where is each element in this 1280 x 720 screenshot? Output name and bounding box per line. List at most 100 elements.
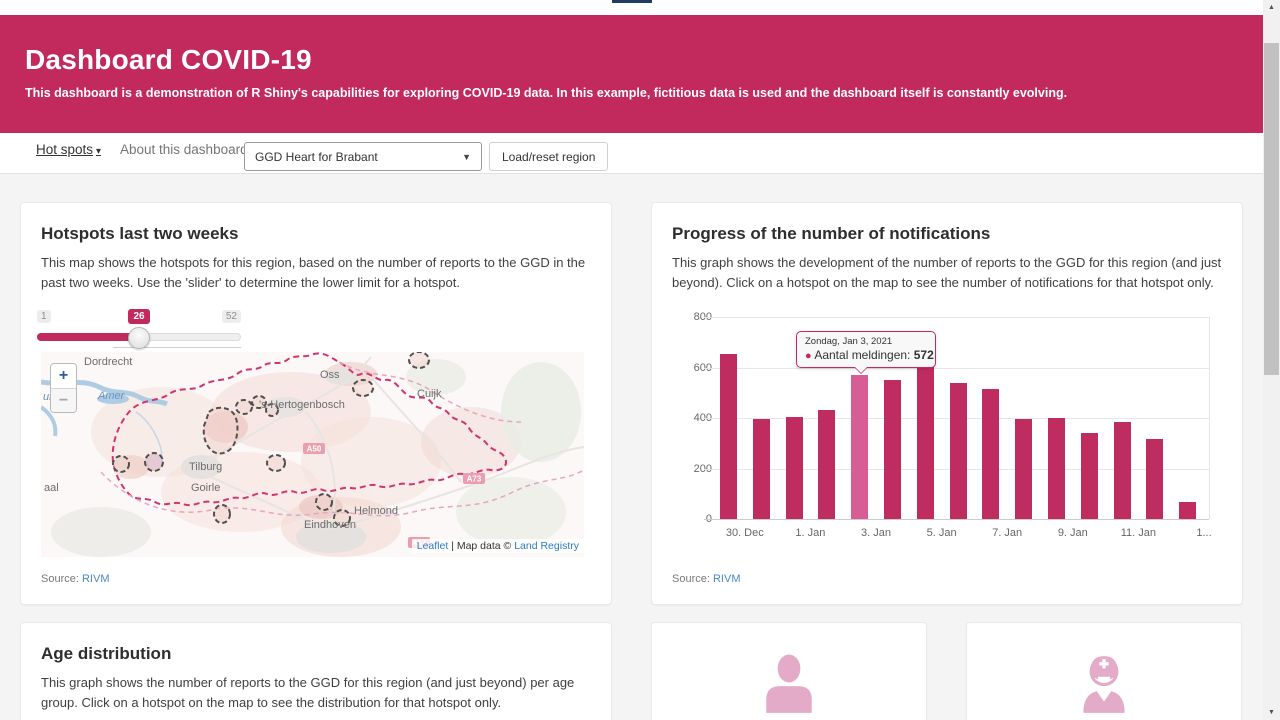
chart-bar[interactable] bbox=[720, 354, 737, 519]
map-attribution-text: | Map data © bbox=[448, 540, 514, 552]
progress-card-title: Progress of the number of notifications bbox=[672, 224, 990, 244]
age-distribution-card: Age distribution This graph shows the nu… bbox=[20, 622, 612, 720]
chart-bar[interactable] bbox=[884, 380, 901, 519]
road-badge: A73 bbox=[463, 473, 485, 484]
map-label: aal bbox=[44, 482, 59, 494]
nurse-icon bbox=[1073, 653, 1135, 720]
navbar: Hot spots▾ About this dashboard GGD Hear… bbox=[0, 133, 1263, 174]
chart-x-tick-label: 7. Jan bbox=[977, 527, 1037, 539]
map-label: Amer bbox=[97, 390, 126, 402]
chart-x-tick-label: 11. Jan bbox=[1108, 527, 1168, 539]
chart-bar[interactable] bbox=[1015, 419, 1032, 519]
age-card-title: Age distribution bbox=[41, 644, 171, 664]
person-stat-card bbox=[651, 622, 927, 720]
source-label: Source: bbox=[672, 573, 710, 585]
tooltip-row: ● Aantal meldingen: 572 bbox=[805, 348, 927, 362]
map-zoom-control: + − bbox=[50, 363, 77, 413]
progress-card-description: This graph shows the development of the … bbox=[672, 253, 1224, 292]
page-subtitle: This dashboard is a demonstration of R S… bbox=[25, 86, 1067, 100]
chart-bar[interactable] bbox=[818, 410, 835, 519]
map-attribution: Leaflet | Map data © Land Registry bbox=[412, 539, 584, 553]
rivm-link[interactable]: RIVM bbox=[82, 573, 110, 585]
region-select-value: GGD Heart for Brabant bbox=[255, 150, 378, 164]
chart-right-gridline bbox=[1209, 317, 1210, 519]
series-dot-icon: ● bbox=[805, 350, 812, 362]
chart-tooltip: Zondag, Jan 3, 2021 ● Aantal meldingen: … bbox=[796, 331, 936, 368]
page-header: Dashboard COVID-19 This dashboard is a d… bbox=[0, 15, 1263, 133]
chart-bar[interactable] bbox=[982, 389, 999, 519]
tooltip-date: Zondag, Jan 3, 2021 bbox=[805, 336, 927, 347]
map-zoom-in-button[interactable]: + bbox=[51, 364, 76, 388]
chart-gridline bbox=[704, 317, 1209, 318]
nav-hotspots-menu[interactable]: Hot spots▾ bbox=[36, 142, 101, 157]
vertical-scrollbar[interactable]: ▲ ▼ bbox=[1263, 0, 1280, 720]
leaflet-map[interactable]: A50A73A67 DordrechtundAmerOss's-Hertogen… bbox=[41, 352, 584, 557]
map-label: Eindhoven bbox=[304, 519, 356, 531]
caret-down-icon: ▾ bbox=[96, 146, 101, 157]
hotspots-card: Hotspots last two weeks This map shows t… bbox=[20, 202, 612, 605]
chart-x-tick-label: 1... bbox=[1174, 527, 1234, 539]
map-label: Helmond bbox=[354, 505, 398, 517]
map-label: Oss bbox=[320, 369, 340, 381]
chart-x-tick-label: 1. Jan bbox=[780, 527, 840, 539]
nav-hotspots-label: Hot spots bbox=[36, 142, 93, 157]
age-card-description: This graph shows the number of reports t… bbox=[41, 673, 593, 712]
map-label: Cuijk bbox=[417, 388, 442, 400]
page-content: Hotspots last two weeks This map shows t… bbox=[0, 174, 1263, 720]
chart-x-tick-label: 30. Dec bbox=[715, 527, 775, 539]
chart-x-tick-label: 3. Jan bbox=[846, 527, 906, 539]
page-title: Dashboard COVID-19 bbox=[25, 44, 312, 76]
source-label: Source: bbox=[41, 573, 79, 585]
region-select[interactable]: GGD Heart for Brabant ▼ bbox=[244, 142, 482, 171]
chart-bar[interactable] bbox=[950, 383, 967, 519]
tab-underline bbox=[612, 0, 652, 3]
chart-bar[interactable] bbox=[786, 417, 803, 520]
chart-gridline bbox=[704, 368, 1209, 369]
chart-gridline bbox=[704, 519, 1209, 520]
hotspot-threshold-slider[interactable]: 1 26 52 bbox=[37, 307, 241, 351]
chart-bar[interactable] bbox=[1048, 418, 1065, 520]
rivm-link[interactable]: RIVM bbox=[713, 573, 741, 585]
hotspots-source: Source: RIVM bbox=[41, 573, 109, 585]
scrollbar-up-arrow[interactable]: ▲ bbox=[1263, 0, 1280, 15]
load-reset-region-button[interactable]: Load/reset region bbox=[489, 142, 608, 171]
slider-max-label: 52 bbox=[222, 310, 241, 323]
chart-bar[interactable] bbox=[917, 366, 934, 519]
nurse-stat-card bbox=[966, 622, 1242, 720]
tooltip-arrow bbox=[854, 367, 868, 374]
slider-handle[interactable] bbox=[128, 327, 150, 349]
chart-x-tick-label: 5. Jan bbox=[912, 527, 972, 539]
land-registry-link[interactable]: Land Registry bbox=[514, 540, 579, 552]
scrollbar-down-arrow[interactable]: ▼ bbox=[1263, 705, 1280, 720]
chart-bar[interactable] bbox=[1179, 502, 1196, 519]
scrollbar-thumb[interactable] bbox=[1264, 43, 1279, 375]
notifications-chart: 0200400600800 Zondag, Jan 3, 2021 ● Aant… bbox=[672, 306, 1224, 546]
map-zoom-out-button[interactable]: − bbox=[51, 388, 76, 412]
chart-bar[interactable] bbox=[851, 375, 868, 519]
road-badge: A50 bbox=[303, 443, 325, 454]
map-label: Goirle bbox=[191, 482, 220, 494]
chart-x-tick-label: 9. Jan bbox=[1043, 527, 1103, 539]
progress-source: Source: RIVM bbox=[672, 573, 740, 585]
select-caret-icon: ▼ bbox=[462, 152, 471, 162]
tooltip-value: 572 bbox=[914, 348, 934, 362]
chart-bar[interactable] bbox=[1114, 422, 1131, 519]
svg-text:A50: A50 bbox=[307, 445, 322, 454]
map-label: Dordrecht bbox=[84, 356, 132, 368]
chart-bar[interactable] bbox=[753, 419, 770, 519]
tooltip-label: Aantal meldingen: bbox=[814, 348, 910, 362]
map-label: Tilburg bbox=[189, 461, 222, 473]
browser-strip bbox=[0, 0, 1263, 15]
slider-fill bbox=[37, 333, 139, 341]
leaflet-link[interactable]: Leaflet bbox=[417, 540, 449, 552]
svg-text:A73: A73 bbox=[467, 475, 482, 484]
slider-value-badge: 26 bbox=[128, 309, 150, 324]
chart-bar[interactable] bbox=[1146, 439, 1163, 519]
slider-min-label: 1 bbox=[37, 310, 51, 323]
person-icon bbox=[758, 653, 820, 720]
progress-card: Progress of the number of notifications … bbox=[651, 202, 1243, 605]
chart-plot-area: Zondag, Jan 3, 2021 ● Aantal meldingen: … bbox=[712, 317, 1204, 519]
hotspots-card-description: This map shows the hotspots for this reg… bbox=[41, 253, 593, 292]
nav-about-dashboard[interactable]: About this dashboard bbox=[120, 142, 248, 157]
chart-bar[interactable] bbox=[1081, 433, 1098, 519]
